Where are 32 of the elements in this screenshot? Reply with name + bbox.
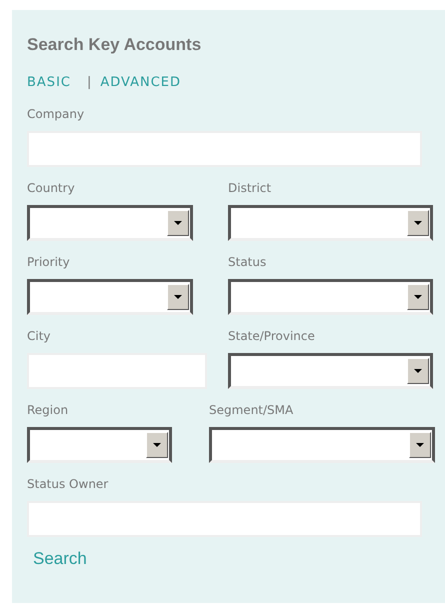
field-label: Segment/SMA xyxy=(209,403,294,418)
tab-separator: | xyxy=(86,74,92,92)
dropdown[interactable] xyxy=(27,205,193,241)
search-link[interactable]: Search xyxy=(33,547,87,571)
caret-icon xyxy=(153,443,161,447)
tab-link[interactable]: ADVANCED xyxy=(100,73,182,93)
field-label: District xyxy=(228,181,272,196)
field-label: Priority xyxy=(27,255,70,270)
caret-icon xyxy=(416,443,424,447)
field-label: Company xyxy=(27,107,84,122)
panel-title: Search Key Accounts xyxy=(27,34,202,56)
input-field[interactable] xyxy=(27,353,207,389)
field-label: Region xyxy=(27,403,68,418)
dropdown[interactable] xyxy=(209,427,435,463)
input-field[interactable] xyxy=(27,501,422,537)
dropdown[interactable] xyxy=(27,279,193,315)
dropdown[interactable] xyxy=(228,353,433,389)
field-label: Status Owner xyxy=(27,477,108,492)
caret-icon xyxy=(174,295,182,299)
field-label: Country xyxy=(27,181,75,196)
tab-link[interactable]: BASIC xyxy=(27,73,71,93)
dropdown[interactable] xyxy=(27,427,172,463)
input-field[interactable] xyxy=(27,131,422,167)
dropdown[interactable] xyxy=(228,205,433,241)
field-label: City xyxy=(27,329,51,344)
caret-icon xyxy=(414,369,422,373)
field-label: Status xyxy=(228,255,266,270)
caret-icon xyxy=(414,221,422,225)
dropdown[interactable] xyxy=(228,279,433,315)
field-label: State/Province xyxy=(228,329,315,344)
caret-icon xyxy=(414,295,422,299)
caret-icon xyxy=(174,221,182,225)
